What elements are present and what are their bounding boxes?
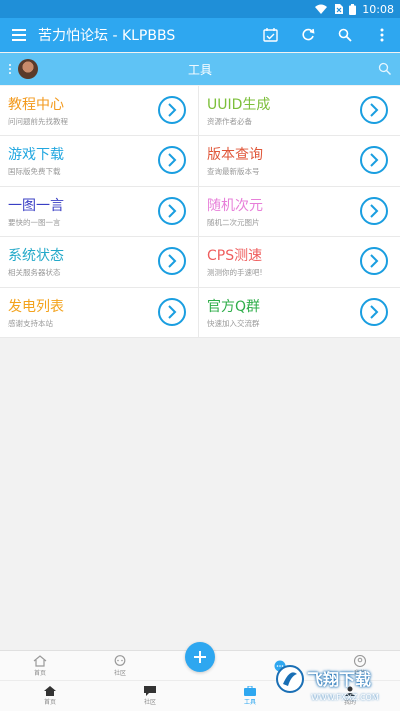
tool-item[interactable]: 教程中心 问问题前先找教程 xyxy=(0,86,199,137)
tool-desc: 资源作者必备 xyxy=(207,117,252,126)
chevron-right-icon[interactable] xyxy=(360,297,388,326)
tab-home[interactable]: 首页 xyxy=(10,681,90,711)
more-options-button[interactable] xyxy=(363,18,400,52)
refresh-icon xyxy=(301,28,314,41)
menu-icon xyxy=(12,29,26,41)
tool-desc: 查询最新版本号 xyxy=(207,167,260,177)
more-vertical-icon xyxy=(380,28,383,42)
sub-bar: 工具 xyxy=(0,53,400,85)
status-time: 10:08 xyxy=(362,2,394,16)
tool-name: 一图一言 xyxy=(8,197,64,214)
tool-item[interactable]: 系统状态 相关服务器状态 xyxy=(0,237,199,288)
tool-name: 随机次元 xyxy=(207,197,263,214)
tool-item[interactable]: 发电列表 感谢支持本站 xyxy=(0,287,199,338)
tool-grid: 教程中心 问问题前先找教程 UUID生成 资源作者必备 游戏下载 国际版免费下载… xyxy=(0,86,400,338)
plus-icon xyxy=(194,651,206,663)
sub-search-button[interactable] xyxy=(378,61,392,80)
tool-name: 发电列表 xyxy=(8,298,64,315)
tool-desc: 要快的一图一言 xyxy=(8,217,61,227)
app-bar: 苦力怕论坛 - KLPBBS xyxy=(0,18,400,52)
tool-desc: 测测你的手速吧! xyxy=(207,268,263,278)
tool-desc: 国际版免费下载 xyxy=(8,167,61,177)
watermark-title: 飞翔下载 xyxy=(307,670,372,689)
chat-icon xyxy=(144,686,156,696)
chevron-right-icon[interactable] xyxy=(360,96,388,124)
tool-item[interactable]: 游戏下载 国际版免费下载 xyxy=(0,136,199,187)
search-button[interactable] xyxy=(326,18,363,52)
chevron-right-icon[interactable] xyxy=(360,196,388,225)
chat-icon xyxy=(114,655,126,666)
tool-desc: 感谢支持本站 xyxy=(8,318,53,328)
tool-item[interactable]: 官方Q群 快速加入交流群 xyxy=(199,288,400,338)
chevron-right-icon[interactable] xyxy=(158,146,186,175)
tab-label: 首页 xyxy=(33,670,46,677)
tab-community[interactable]: 社区 xyxy=(80,651,160,681)
status-bar: 10:08 xyxy=(0,0,400,18)
drawer-handle-icon[interactable] xyxy=(4,64,16,74)
battery-icon xyxy=(349,3,357,15)
tool-name: 版本查询 xyxy=(207,147,263,164)
add-post-button[interactable] xyxy=(185,642,215,672)
avatar[interactable] xyxy=(18,59,38,79)
chevron-right-icon[interactable] xyxy=(158,297,186,326)
wifi-icon xyxy=(315,4,328,14)
tab-label: 工具 xyxy=(243,699,256,706)
page-title: 工具 xyxy=(187,62,212,77)
briefcase-icon xyxy=(244,686,256,696)
tab-label: 社区 xyxy=(113,670,126,677)
calendar-icon xyxy=(263,28,278,42)
chevron-right-icon[interactable] xyxy=(360,146,388,175)
chevron-right-icon[interactable] xyxy=(158,196,186,225)
tool-item[interactable]: UUID生成 资源作者必备 xyxy=(199,86,400,137)
home-icon xyxy=(33,655,47,667)
chevron-right-icon[interactable] xyxy=(360,247,388,276)
tool-name: 教程中心 xyxy=(8,97,64,113)
tool-name: 游戏下载 xyxy=(8,147,64,164)
tool-desc: 相关服务器状态 xyxy=(8,268,61,278)
refresh-button[interactable] xyxy=(289,18,326,52)
search-icon xyxy=(378,62,391,75)
tool-desc: 快速加入交流群 xyxy=(207,318,260,328)
tab-community[interactable]: 社区 xyxy=(110,681,190,711)
tool-name: 系统状态 xyxy=(8,248,64,265)
tool-desc: 随机二次元图片 xyxy=(207,217,260,227)
tool-name: 官方Q群 xyxy=(207,298,261,315)
tool-item[interactable]: CPS测速 测测你的手速吧! xyxy=(199,237,400,288)
chevron-right-icon[interactable] xyxy=(158,96,186,124)
calendar-button[interactable] xyxy=(252,18,289,52)
tab-home[interactable]: 首页 xyxy=(0,651,80,681)
tab-label: 社区 xyxy=(143,699,156,706)
watermark: 飞翔下载 WWW.FXXZ.COM xyxy=(275,664,395,706)
watermark-logo-icon xyxy=(276,665,304,693)
tool-item[interactable]: 随机次元 随机二次元图片 xyxy=(199,187,400,238)
tool-item[interactable]: 一图一言 要快的一图一言 xyxy=(0,186,199,238)
tool-item[interactable]: 版本查询 查询最新版本号 xyxy=(199,136,400,187)
menu-button[interactable] xyxy=(0,18,38,52)
tool-name: CPS测速 xyxy=(207,248,263,265)
search-icon xyxy=(338,28,352,42)
tab-label: 首页 xyxy=(43,699,56,706)
app-title: 苦力怕论坛 - KLPBBS xyxy=(38,28,176,44)
chevron-right-icon[interactable] xyxy=(158,247,186,276)
no-sim-icon xyxy=(333,4,344,14)
tool-desc: 问问题前先找教程 xyxy=(8,117,68,126)
watermark-url: WWW.FXXZ.COM xyxy=(311,693,379,702)
home-icon xyxy=(44,686,56,696)
tool-name: UUID生成 xyxy=(207,97,271,113)
